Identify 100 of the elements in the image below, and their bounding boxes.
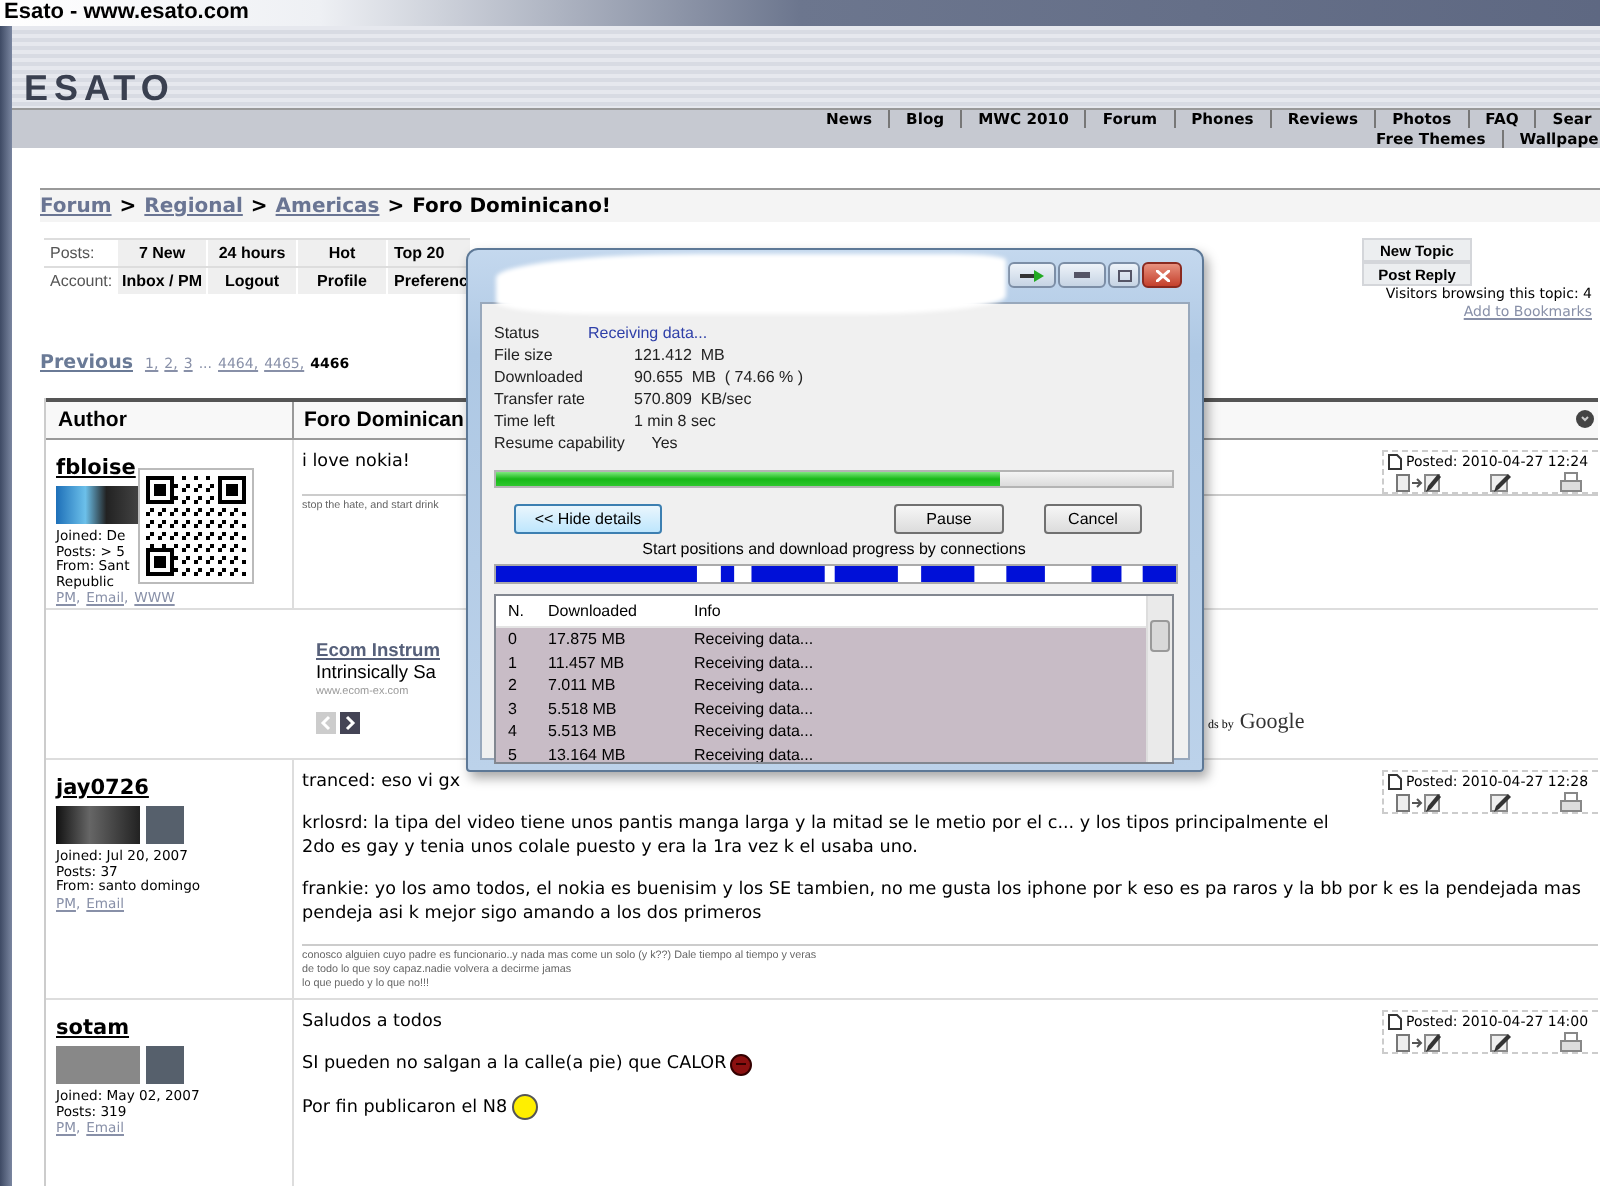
ad-title-link[interactable]: Ecom Instrum bbox=[316, 638, 440, 662]
circle-icon[interactable] bbox=[1576, 410, 1594, 428]
arrow-icon bbox=[1020, 269, 1044, 281]
toolbar-button[interactable]: Inbox / PM bbox=[116, 268, 206, 294]
message-text: SI pueden no salgan a la calle(a pie) que CALOR bbox=[302, 1052, 727, 1076]
dialog-button[interactable]: Pause bbox=[894, 504, 1004, 534]
breadcrumb-link[interactable]: Regional bbox=[144, 195, 243, 217]
table-cell-text: 1 bbox=[506, 651, 519, 674]
status-value: Receiving data... bbox=[588, 322, 708, 344]
field-value: 121.412 MB bbox=[634, 344, 725, 366]
quote-icon[interactable] bbox=[1396, 792, 1444, 814]
maximize-icon bbox=[1117, 269, 1131, 281]
table-cell-text: 5 bbox=[506, 743, 519, 762]
scrollbar[interactable] bbox=[1146, 596, 1172, 762]
field-value: 90.655 MB ( 74.66 % ) bbox=[634, 366, 803, 388]
edit-icon[interactable] bbox=[1490, 1032, 1514, 1054]
column-header: Foro Dominican bbox=[302, 408, 464, 432]
table-cell: Receiving data... bbox=[694, 720, 814, 743]
field-label: Resume capability bbox=[494, 432, 627, 454]
page-icon bbox=[1388, 774, 1402, 790]
table-cell-text: 11.457 MB bbox=[548, 651, 627, 674]
field-label: Time left bbox=[494, 410, 557, 432]
close-button[interactable] bbox=[1142, 262, 1182, 288]
column-header: N. bbox=[506, 600, 526, 624]
breadcrumb-separator: > bbox=[119, 195, 137, 217]
connection-row[interactable]: 3 5.518 MB Receiving data... bbox=[496, 697, 1148, 720]
previous-link[interactable]: Previous bbox=[40, 352, 133, 374]
table-cell-text: 3 bbox=[506, 697, 519, 720]
field-value: 1 min 8 sec bbox=[634, 410, 716, 432]
dialog-button[interactable]: Cancel bbox=[1044, 504, 1142, 534]
print-icon[interactable] bbox=[1560, 1032, 1582, 1054]
table-cell: Receiving data... bbox=[694, 651, 814, 674]
table-cell: Receiving data... bbox=[694, 628, 814, 651]
message-text: Saludos a todos bbox=[302, 1010, 442, 1034]
table-cell-text: 0 bbox=[506, 628, 519, 651]
message-text: frankie: yo los amo todos, el nokia es buenisim y los SE tambien, no me gusta los iphone por k eso es pa raros y la bb por k es la pendejada mas pendeja asi k mejor sigo amando a los dos primeros bbox=[302, 878, 1583, 926]
quote-icon[interactable] bbox=[1396, 1032, 1444, 1054]
toolbar-button[interactable]: Preferenc bbox=[386, 268, 470, 294]
smiley-icon bbox=[511, 1094, 538, 1120]
author-name-link[interactable]: fbloise bbox=[56, 456, 136, 480]
column-header: Info bbox=[694, 600, 721, 624]
field-label: Status bbox=[494, 322, 542, 344]
next-arrow-icon[interactable] bbox=[340, 712, 360, 734]
table-cell: Receiving data... bbox=[694, 674, 814, 697]
connection-row[interactable]: 4 5.513 MB Receiving data... bbox=[496, 720, 1148, 743]
minimize-icon bbox=[1074, 272, 1090, 278]
connections-caption: Start positions and download progress by connections bbox=[640, 540, 1028, 560]
edit-icon[interactable] bbox=[1490, 472, 1514, 494]
table-cell-text: 5.513 MB bbox=[548, 720, 619, 743]
toolbar-button[interactable]: Profile bbox=[296, 268, 386, 294]
breadcrumb-separator: > bbox=[250, 195, 268, 217]
breadcrumb-link[interactable]: Americas bbox=[275, 195, 380, 217]
photo-placeholder bbox=[56, 806, 140, 844]
author-name-link[interactable]: jay0726 bbox=[56, 776, 149, 800]
toolbar-button[interactable]: 24 hours bbox=[206, 240, 296, 266]
message-text: Por fin publicaron el N8 bbox=[302, 1095, 508, 1119]
message-text: i love nokia! bbox=[302, 450, 410, 474]
connection-row[interactable]: 2 7.011 MB Receiving data... bbox=[496, 674, 1148, 697]
page-icon bbox=[1388, 1014, 1402, 1030]
table-cell-text: 5.518 MB bbox=[548, 697, 619, 720]
field-value: Yes bbox=[649, 432, 678, 454]
dialog-button[interactable]: << Hide details bbox=[514, 504, 662, 534]
toolbar-button[interactable]: 7 New bbox=[116, 240, 206, 266]
connection-row[interactable]: 0 17.875 MB Receiving data... bbox=[496, 628, 1148, 651]
author-name-link[interactable]: sotam bbox=[56, 1016, 130, 1040]
minimize-button[interactable] bbox=[1058, 262, 1106, 288]
table-cell-text: 17.875 MB bbox=[548, 628, 628, 651]
table-cell: Receiving data... bbox=[694, 743, 814, 762]
toolbar-button[interactable]: Logout bbox=[206, 268, 296, 294]
field-label: File size bbox=[494, 344, 555, 366]
connection-row[interactable]: 1 11.457 MB Receiving data... bbox=[496, 651, 1148, 674]
logo: ESATO bbox=[24, 70, 175, 106]
toolbar-label: Posts: bbox=[48, 242, 97, 266]
message-text: tranced: eso vi gx bbox=[302, 770, 461, 794]
breadcrumb-current: Foro Dominicano! bbox=[412, 195, 611, 217]
breadcrumb-link[interactable]: Forum bbox=[40, 195, 112, 217]
table-cell: Receiving data... bbox=[694, 697, 814, 720]
toolbar-button[interactable]: Top 20 bbox=[386, 240, 470, 266]
column-header: Downloaded bbox=[548, 600, 639, 624]
column-header: Author bbox=[46, 402, 294, 438]
print-icon[interactable] bbox=[1560, 472, 1582, 494]
table-cell-text: 13.164 MB bbox=[548, 743, 628, 762]
window-title: Esato - www.esato.com bbox=[2, 0, 249, 26]
print-icon[interactable] bbox=[1560, 792, 1582, 814]
tray-button[interactable] bbox=[1008, 262, 1056, 288]
close-icon bbox=[1155, 269, 1169, 281]
table-cell-text: 4 bbox=[506, 720, 519, 743]
table-cell-text: 2 bbox=[506, 674, 519, 697]
photo-placeholder bbox=[56, 486, 140, 524]
field-value: 570.809 KB/sec bbox=[634, 388, 752, 410]
edit-icon[interactable] bbox=[1490, 792, 1514, 814]
page-icon bbox=[1388, 454, 1402, 470]
field-label: Transfer rate bbox=[494, 388, 587, 410]
photo-placeholder bbox=[56, 1046, 140, 1084]
maximize-button[interactable] bbox=[1108, 262, 1140, 288]
quote-icon[interactable] bbox=[1396, 472, 1444, 494]
toolbar-button[interactable]: Hot bbox=[296, 240, 386, 266]
ball-emoticon-icon bbox=[730, 1053, 753, 1075]
field-label: Downloaded bbox=[494, 366, 585, 388]
brand-name: Google bbox=[1239, 710, 1305, 734]
